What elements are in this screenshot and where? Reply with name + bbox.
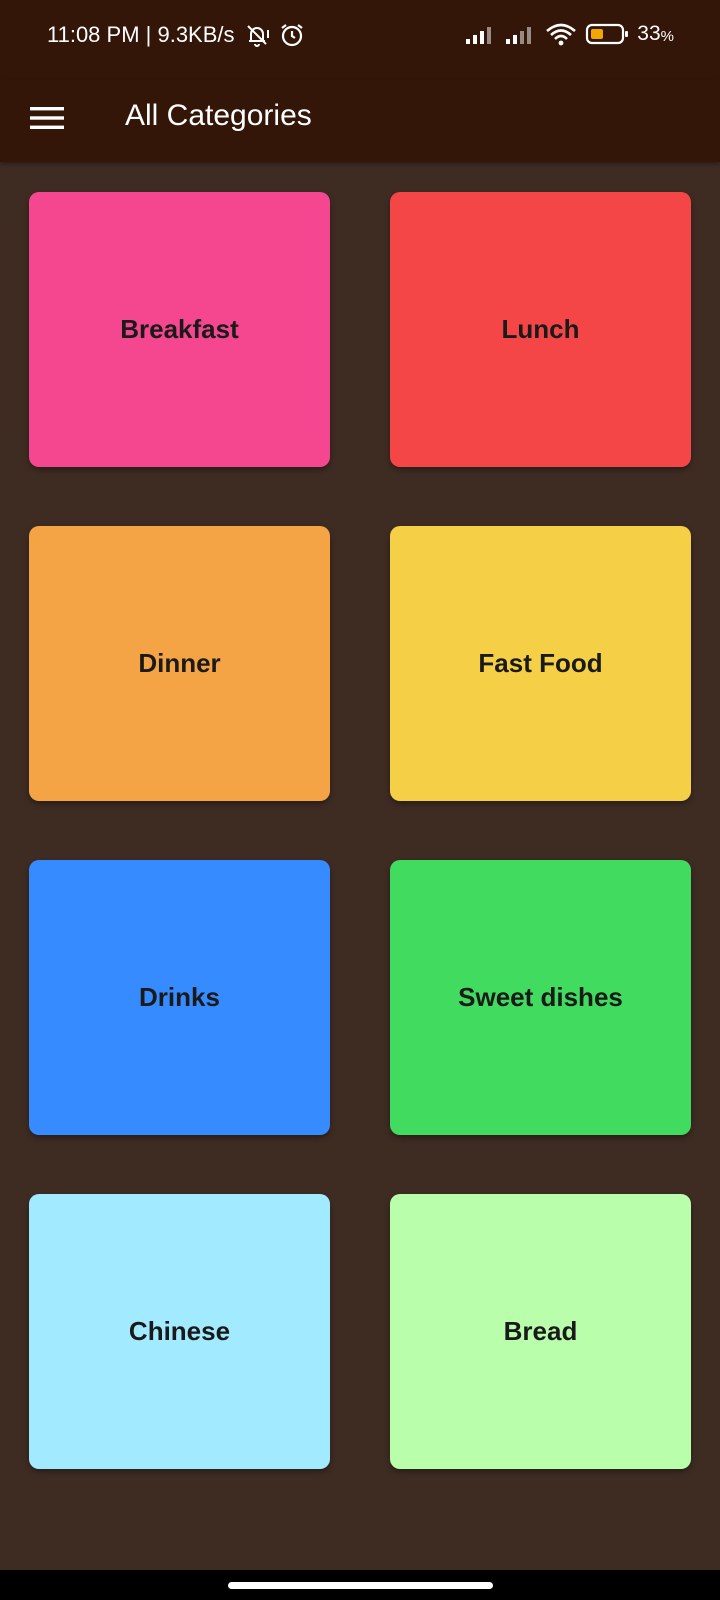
category-label: Drinks: [139, 982, 220, 1012]
screen: 11:08 PM | 9.3KB/s 33 % All Categories B…: [0, 0, 720, 1600]
signal-1-icon: [465, 23, 497, 45]
category-tile-dinner[interactable]: Dinner: [29, 526, 330, 801]
category-label: Chinese: [128, 1316, 231, 1346]
category-label: Fast Food: [478, 648, 603, 678]
category-label: Dinner: [138, 648, 221, 678]
category-tile-breakfast[interactable]: Breakfast: [29, 192, 330, 467]
battery-icon: [585, 22, 629, 46]
category-label: Bread: [503, 1316, 578, 1346]
system-nav-bar: [0, 1570, 720, 1600]
status-left: 11:08 PM | 9.3KB/s: [47, 22, 305, 48]
alarm-icon: [279, 22, 305, 48]
category-grid: Breakfast Lunch Dinner Fast Food Drinks …: [29, 192, 691, 1469]
hamburger-menu-icon[interactable]: [30, 101, 64, 135]
wifi-icon: [545, 22, 577, 46]
category-tile-sweet-dishes[interactable]: Sweet dishes: [390, 860, 691, 1135]
status-right: 33 %: [465, 22, 674, 46]
category-label: Sweet dishes: [458, 982, 623, 1012]
category-tile-bread[interactable]: Bread: [390, 1194, 691, 1469]
battery-unit: %: [660, 27, 674, 45]
bell-off-icon: [243, 22, 271, 48]
category-label: Lunch: [501, 314, 580, 344]
category-tile-chinese[interactable]: Chinese: [29, 1194, 330, 1469]
category-tile-fast-food[interactable]: Fast Food: [390, 526, 691, 801]
category-tile-drinks[interactable]: Drinks: [29, 860, 330, 1135]
app-bar: All Categories: [0, 80, 720, 162]
page-title: All Categories: [125, 99, 312, 132]
category-tile-lunch[interactable]: Lunch: [390, 192, 691, 467]
battery-percent: 33: [637, 22, 661, 45]
signal-2-icon: [505, 23, 537, 45]
status-time-speed: 11:08 PM | 9.3KB/s: [47, 22, 235, 47]
status-bar: 11:08 PM | 9.3KB/s 33 %: [0, 0, 720, 80]
category-label: Breakfast: [120, 314, 239, 344]
home-indicator[interactable]: [228, 1582, 493, 1589]
